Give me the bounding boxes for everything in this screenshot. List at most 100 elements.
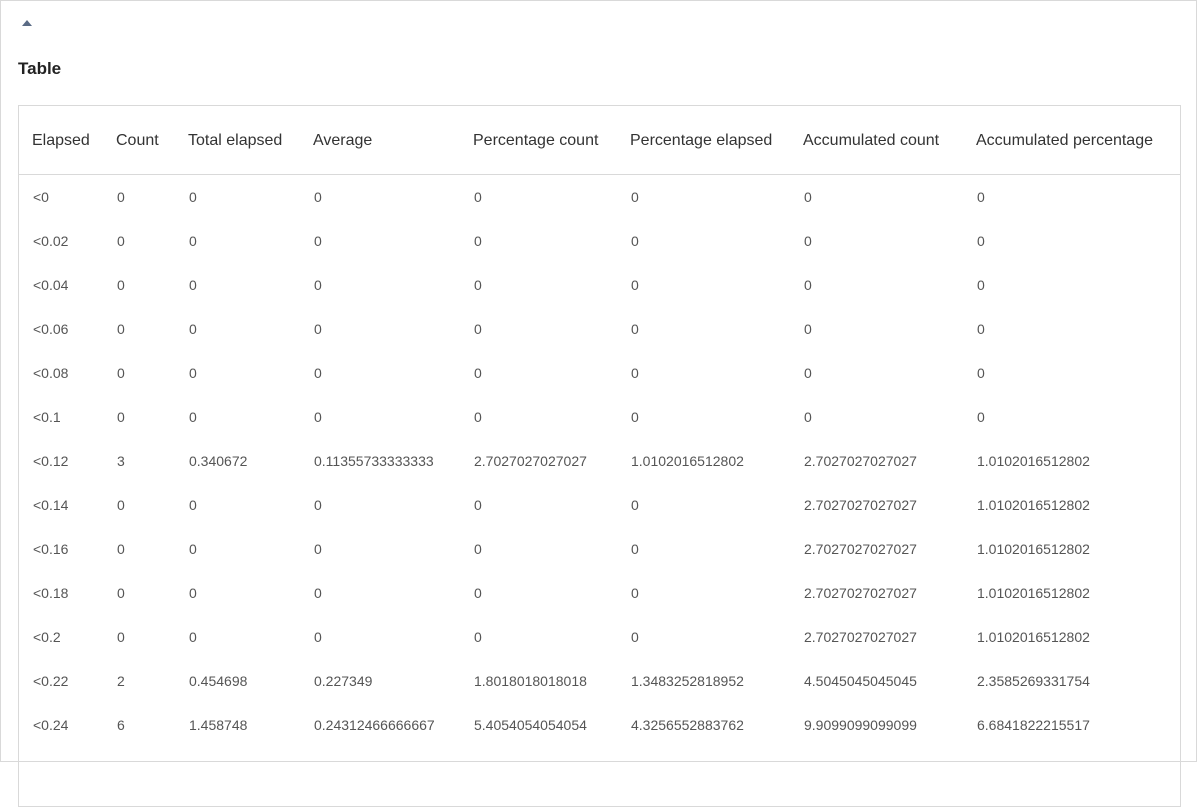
cell-accumulated-count: 9.9099099099099	[804, 717, 917, 733]
cell-average: 0	[314, 497, 322, 513]
cell-elapsed: <0.18	[33, 585, 69, 601]
cell-elapsed: <0.02	[33, 233, 69, 249]
table-row: <0.2 0 0 0 0 0 2.7027027027027 1.0102016512802	[19, 615, 1180, 659]
cell-elapsed: <0.16	[33, 541, 69, 557]
cell-total-elapsed: 0	[189, 585, 197, 601]
cell-average: 0.24312466666667	[314, 717, 435, 733]
cell-accumulated-count: 0	[804, 365, 812, 381]
cell-elapsed: <0.22	[33, 673, 69, 689]
cell-percentage-elapsed: 1.0102016512802	[631, 453, 744, 469]
cell-accumulated-count: 4.5045045045045	[804, 673, 917, 689]
cell-percentage-count: 0	[474, 321, 482, 337]
cell-total-elapsed: 0	[189, 629, 197, 645]
table-row: <0.04 0 0 0 0 0 0 0	[19, 263, 1180, 307]
cell-accumulated-percentage: 0	[977, 233, 985, 249]
cell-count: 0	[117, 365, 125, 381]
cell-accumulated-count: 2.7027027027027	[804, 541, 917, 557]
cell-percentage-elapsed: 0	[631, 497, 639, 513]
table-row: <0.08 0 0 0 0 0 0 0	[19, 351, 1180, 395]
section-title: Table	[18, 59, 62, 78]
cell-accumulated-count: 0	[804, 409, 812, 425]
cell-percentage-count: 2.7027027027027	[474, 453, 587, 469]
cell-percentage-count: 0	[474, 541, 482, 557]
cell-average: 0	[314, 629, 322, 645]
column-header-accumulated-count: Accumulated count	[790, 106, 963, 175]
table-header-row: Elapsed Count Total elapsed Average Perc…	[19, 106, 1180, 175]
collapse-toggle-icon[interactable]	[19, 15, 35, 31]
cell-accumulated-percentage: 0	[977, 189, 985, 205]
cell-percentage-count: 0	[474, 629, 482, 645]
cell-total-elapsed: 0	[189, 233, 197, 249]
cell-accumulated-count: 2.7027027027027	[804, 453, 917, 469]
cell-percentage-elapsed: 0	[631, 321, 639, 337]
table-header: Elapsed Count Total elapsed Average Perc…	[19, 106, 1180, 175]
cell-percentage-elapsed: 0	[631, 277, 639, 293]
column-header-accumulated-percentage: Accumulated percentage	[963, 106, 1180, 175]
column-header-percentage-count: Percentage count	[460, 106, 617, 175]
cell-percentage-count: 0	[474, 189, 482, 205]
table-row: <0.24 6 1.458748 0.24312466666667 5.40540540…	[19, 703, 1180, 747]
cell-count: 0	[117, 277, 125, 293]
cell-percentage-elapsed: 0	[631, 233, 639, 249]
table-row: <0.12 3 0.340672 0.11355733333333 2.70270270…	[19, 439, 1180, 483]
cell-average: 0	[314, 321, 322, 337]
cell-accumulated-percentage: 0	[977, 321, 985, 337]
cell-count: 0	[117, 233, 125, 249]
table-row: <0.18 0 0 0 0 0 2.7027027027027 1.0102016512802	[19, 571, 1180, 615]
cell-accumulated-count: 0	[804, 277, 812, 293]
cell-average: 0.11355733333333	[314, 453, 434, 469]
cell-count: 0	[117, 541, 125, 557]
data-table: Elapsed Count Total elapsed Average Perc…	[19, 106, 1180, 747]
cell-accumulated-count: 2.7027027027027	[804, 585, 917, 601]
cell-elapsed: <0.1	[33, 409, 61, 425]
cell-count: 0	[117, 189, 125, 205]
cell-accumulated-percentage: 0	[977, 277, 985, 293]
table-body: <0 0 0 0 0 0 0 0 <0.02 0 0 0 0 0 0 0 <0.04 0 0 0 0 0 0 0 <0.06 0 0…	[19, 175, 1180, 748]
cell-elapsed: <0.2	[33, 629, 61, 645]
cell-total-elapsed: 0.340672	[189, 453, 248, 469]
cell-total-elapsed: 0	[189, 189, 197, 205]
data-table-container: Elapsed Count Total elapsed Average Perc…	[18, 105, 1181, 807]
cell-percentage-count: 5.4054054054054	[474, 717, 587, 733]
cell-accumulated-percentage: 2.3585269331754	[977, 673, 1090, 689]
cell-elapsed: <0.12	[33, 453, 69, 469]
cell-elapsed: <0.24	[33, 717, 69, 733]
cell-total-elapsed: 1.458748	[189, 717, 248, 733]
column-header-elapsed: Elapsed	[19, 106, 103, 175]
cell-average: 0	[314, 409, 322, 425]
table-row: <0 0 0 0 0 0 0 0	[19, 175, 1180, 220]
column-header-count: Count	[103, 106, 175, 175]
cell-accumulated-percentage: 1.0102016512802	[977, 541, 1090, 557]
cell-percentage-count: 0	[474, 233, 482, 249]
table-row: <0.14 0 0 0 0 0 2.7027027027027 1.0102016512802	[19, 483, 1180, 527]
cell-count: 0	[117, 585, 125, 601]
cell-elapsed: <0.04	[33, 277, 69, 293]
table-panel: Table Elapsed Count Total elapsed Averag…	[0, 0, 1197, 807]
cell-count: 2	[117, 673, 125, 689]
cell-count: 6	[117, 717, 125, 733]
cell-accumulated-percentage: 1.0102016512802	[977, 497, 1090, 513]
cell-total-elapsed: 0	[189, 277, 197, 293]
cell-average: 0	[314, 541, 322, 557]
cell-count: 0	[117, 629, 125, 645]
cell-accumulated-count: 0	[804, 233, 812, 249]
cell-accumulated-percentage: 1.0102016512802	[977, 453, 1090, 469]
cell-total-elapsed: 0.454698	[189, 673, 248, 689]
cell-accumulated-count: 2.7027027027027	[804, 629, 917, 645]
cell-accumulated-percentage: 1.0102016512802	[977, 585, 1090, 601]
cell-count: 0	[117, 321, 125, 337]
cell-total-elapsed: 0	[189, 541, 197, 557]
table-row: <0.02 0 0 0 0 0 0 0	[19, 219, 1180, 263]
cell-accumulated-percentage: 1.0102016512802	[977, 629, 1090, 645]
cell-percentage-elapsed: 0	[631, 585, 639, 601]
cell-total-elapsed: 0	[189, 497, 197, 513]
cell-elapsed: <0.08	[33, 365, 69, 381]
cell-count: 3	[117, 453, 125, 469]
cell-accumulated-count: 2.7027027027027	[804, 497, 917, 513]
cell-percentage-count: 0	[474, 409, 482, 425]
cell-accumulated-percentage: 6.6841822215517	[977, 717, 1090, 733]
cell-elapsed: <0	[33, 189, 49, 205]
cell-percentage-count: 0	[474, 585, 482, 601]
cell-percentage-elapsed: 0	[631, 541, 639, 557]
cell-accumulated-count: 0	[804, 321, 812, 337]
